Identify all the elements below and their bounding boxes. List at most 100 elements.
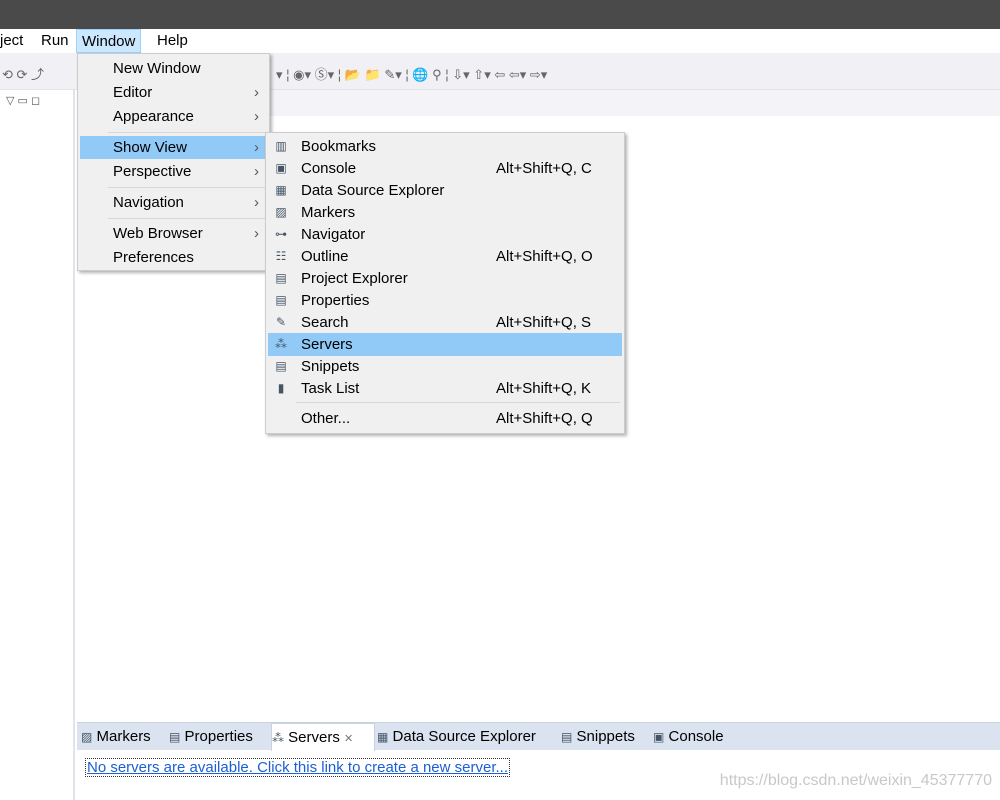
chevron-right-icon: › — [254, 108, 259, 125]
view-item-snippets[interactable]: ▤ Snippets — [268, 355, 622, 378]
tab-snippets[interactable]: ▤ Snippets — [561, 723, 651, 751]
properties-icon: ▤ — [275, 293, 287, 307]
view-item-label: Search — [301, 314, 349, 331]
chevron-right-icon: › — [254, 139, 259, 156]
tab-label: Properties — [184, 728, 253, 745]
chevron-right-icon: › — [254, 194, 259, 211]
menu-item-label: Preferences — [113, 249, 194, 266]
view-item-console[interactable]: ▣ Console Alt+Shift+Q, C — [268, 157, 622, 180]
view-item-other[interactable]: Other... Alt+Shift+Q, Q — [268, 407, 622, 430]
shortcut-label: Alt+Shift+Q, K — [496, 380, 592, 397]
view-item-label: Project Explorer — [301, 270, 408, 287]
view-menu-icon[interactable]: ▽ ▭ ◻ — [6, 94, 40, 107]
menu-item-label: New Window — [113, 60, 201, 77]
menu-item-label: Web Browser — [113, 225, 203, 242]
menu-separator — [108, 132, 265, 133]
menu-item-perspective[interactable]: Perspective › — [80, 160, 267, 183]
search-icon: ✎ — [275, 315, 287, 329]
snippets-icon: ▤ — [561, 730, 573, 744]
tab-servers[interactable]: ⁂ Servers ✕ — [271, 723, 375, 751]
watermark: https://blog.csdn.net/weixin_45377770 — [719, 772, 992, 789]
bookmarks-icon: ▥ — [275, 139, 287, 153]
create-server-link[interactable]: No servers are available. Click this lin… — [85, 758, 511, 777]
menu-item-show-view[interactable]: Show View › — [80, 136, 267, 159]
bottom-panel: ▨ Markers ▤ Properties ⁂ Servers ✕ ▦ Data S… — [77, 718, 1000, 800]
project-explorer-icon: ▤ — [275, 271, 287, 285]
menu-item-label: Editor — [113, 84, 153, 101]
view-item-label: Servers — [301, 336, 353, 353]
view-item-servers[interactable]: ⁂ Servers — [268, 333, 622, 356]
view-item-label: Snippets — [301, 358, 360, 375]
tab-markers[interactable]: ▨ Markers — [81, 723, 167, 751]
markers-icon: ▨ — [81, 730, 93, 744]
tab-console[interactable]: ▣ Console — [653, 723, 743, 751]
view-item-data-source-explorer[interactable]: ▦ Data Source Explorer — [268, 179, 622, 202]
console-icon: ▣ — [275, 161, 287, 175]
snippets-icon: ▤ — [275, 359, 287, 373]
show-view-submenu: ▥ Bookmarks ▣ Console Alt+Shift+Q, C ▦ Data So… — [265, 132, 625, 434]
tab-label: Servers — [288, 729, 340, 746]
menu-item-label: Perspective — [113, 163, 192, 180]
tab-label: Snippets — [576, 728, 635, 745]
shortcut-label: Alt+Shift+Q, C — [496, 160, 592, 177]
close-icon[interactable]: ✕ — [344, 733, 353, 745]
properties-icon: ▤ — [169, 730, 181, 744]
tab-data-source-explorer[interactable]: ▦ Data Source Explorer — [377, 723, 557, 751]
menu-item-web-browser[interactable]: Web Browser › — [80, 222, 267, 245]
menu-item-label: Navigation — [113, 194, 184, 211]
menu-item-editor[interactable]: Editor › — [80, 81, 267, 104]
view-item-label: Other... — [301, 410, 351, 427]
menu-separator — [108, 187, 265, 188]
menu-item-preferences[interactable]: Preferences — [80, 246, 267, 269]
tab-label: Markers — [96, 728, 151, 745]
view-item-label: Data Source Explorer — [301, 182, 445, 199]
view-item-search[interactable]: ✎ Search Alt+Shift+Q, S — [268, 311, 622, 334]
menu-window[interactable]: Window — [76, 29, 142, 53]
view-item-label: Task List — [301, 380, 360, 397]
toolbar-icons[interactable]: ▾ ¦ ◉▾ Ⓢ▾ ¦ 📂 📁 ✎▾ ¦ 🌐 ⚲ ¦ ⇩▾ ⇧▾ ⇦ ⇦▾ ⇨▾ — [276, 64, 547, 83]
view-item-label: Navigator — [301, 226, 366, 243]
shortcut-label: Alt+Shift+Q, S — [496, 314, 592, 331]
menu-project[interactable]: ject — [0, 29, 28, 53]
markers-icon: ▨ — [275, 205, 287, 219]
data-source-icon: ▦ — [377, 730, 389, 744]
menu-item-label: Show View — [113, 139, 187, 156]
view-tabs: ▨ Markers ▤ Properties ⁂ Servers ✕ ▦ Data S… — [77, 722, 1000, 751]
menu-help[interactable]: Help — [152, 29, 193, 53]
tab-label: Data Source Explorer — [392, 728, 536, 745]
view-item-project-explorer[interactable]: ▤ Project Explorer — [268, 267, 622, 290]
view-item-navigator[interactable]: ⊶ Navigator — [268, 223, 622, 246]
chevron-right-icon: › — [254, 163, 259, 180]
tab-label: Console — [668, 728, 724, 745]
menu-separator — [296, 402, 620, 403]
window-menu: New Window Editor › Appearance › Show View › Pe… — [77, 53, 270, 271]
servers-icon: ⁂ — [275, 337, 287, 351]
menu-item-appearance[interactable]: Appearance › — [80, 105, 267, 128]
menu-item-new-window[interactable]: New Window — [80, 57, 267, 80]
view-item-bookmarks[interactable]: ▥ Bookmarks — [268, 135, 622, 158]
view-item-markers[interactable]: ▨ Markers — [268, 201, 622, 224]
left-view: ▽ ▭ ◻ — [0, 90, 75, 800]
view-item-label: Bookmarks — [301, 138, 377, 155]
menu-run[interactable]: Run — [36, 29, 74, 53]
view-item-outline[interactable]: ☷ Outline Alt+Shift+Q, O — [268, 245, 622, 268]
shortcut-label: Alt+Shift+Q, O — [496, 248, 593, 265]
view-item-label: Outline — [301, 248, 349, 265]
tab-properties[interactable]: ▤ Properties — [169, 723, 267, 751]
toolbar-left-icons[interactable]: ⟲ ⟳ ⤴ — [2, 64, 44, 83]
console-icon: ▣ — [653, 730, 665, 744]
view-item-label: Properties — [301, 292, 370, 309]
menu-item-label: Appearance — [113, 108, 194, 125]
chevron-right-icon: › — [254, 84, 259, 101]
view-item-properties[interactable]: ▤ Properties — [268, 289, 622, 312]
data-source-icon: ▦ — [275, 183, 287, 197]
view-item-task-list[interactable]: ▮ Task List Alt+Shift+Q, K — [268, 377, 622, 400]
outline-icon: ☷ — [275, 249, 287, 263]
menu-bar: ject Run Window Help — [0, 29, 1000, 53]
title-bar — [0, 0, 1000, 29]
servers-icon: ⁂ — [272, 731, 284, 745]
menu-item-navigation[interactable]: Navigation › — [80, 191, 267, 214]
view-item-label: Markers — [301, 204, 356, 221]
chevron-right-icon: › — [254, 225, 259, 242]
view-item-label: Console — [301, 160, 357, 177]
